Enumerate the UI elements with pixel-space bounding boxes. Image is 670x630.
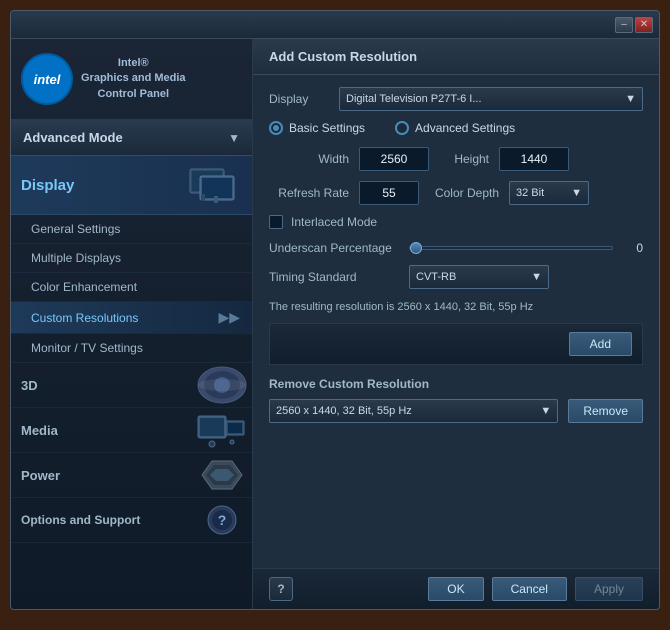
dimensions-row: Width Height (269, 147, 643, 171)
refresh-rate-input[interactable] (359, 181, 419, 205)
nav-item-custom-resolutions[interactable]: Custom Resolutions ▶▶ (11, 302, 252, 334)
display-row: Display Digital Television P27T-6 I... ▼ (269, 87, 643, 111)
remove-button[interactable]: Remove (568, 399, 643, 423)
bottom-bar: ? OK Cancel Apply (253, 568, 659, 609)
width-input[interactable] (359, 147, 429, 171)
ok-button[interactable]: OK (428, 577, 483, 601)
panel-title: Add Custom Resolution (269, 49, 417, 64)
display-select[interactable]: Digital Television P27T-6 I... ▼ (339, 87, 643, 111)
color-depth-arrow-icon: ▼ (571, 187, 582, 199)
refresh-rate-label: Refresh Rate (269, 186, 349, 200)
interlaced-mode-row: Interlaced Mode (269, 215, 643, 229)
panel-header: Add Custom Resolution (253, 39, 659, 75)
power-label: Power (11, 458, 70, 493)
underscan-thumb (410, 242, 422, 254)
settings-mode-radio-group: Basic Settings Advanced Settings (269, 121, 643, 135)
3d-label: 3D (11, 368, 48, 403)
advanced-mode-label: Advanced Mode (23, 130, 123, 145)
display-section[interactable]: Display (11, 156, 252, 215)
minimize-button[interactable]: – (615, 17, 633, 33)
nav-item-options-support[interactable]: Options and Support ? (11, 498, 252, 543)
underscan-row: Underscan Percentage 0 (269, 241, 643, 255)
basic-radio-indicator (269, 121, 283, 135)
nav-item-color-enhancement[interactable]: Color Enhancement (11, 273, 252, 302)
power-icon (192, 453, 252, 497)
underscan-slider[interactable] (409, 246, 613, 250)
advanced-mode-dropdown[interactable]: Advanced Mode ▼ (11, 120, 252, 156)
basic-settings-radio[interactable]: Basic Settings (269, 121, 365, 135)
remove-resolution-select[interactable]: 2560 x 1440, 32 Bit, 55p Hz ▼ (269, 399, 558, 423)
svg-text:?: ? (218, 512, 227, 528)
result-text: The resulting resolution is 2560 x 1440,… (269, 301, 643, 313)
close-button[interactable]: ✕ (635, 17, 653, 33)
advanced-settings-label: Advanced Settings (415, 121, 515, 135)
display-label: Display (21, 177, 74, 194)
remove-section-title: Remove Custom Resolution (269, 377, 643, 391)
intel-logo: intel (21, 53, 73, 105)
underscan-label: Underscan Percentage (269, 241, 399, 255)
nav-item-power[interactable]: Power (11, 453, 252, 498)
nav-item-multiple-displays[interactable]: Multiple Displays (11, 244, 252, 273)
panel-body: Display Digital Television P27T-6 I... ▼… (253, 75, 659, 568)
sidebar: intel Intel® Graphics and Media Control … (11, 39, 253, 609)
nav-item-general-settings[interactable]: General Settings (11, 215, 252, 244)
color-depth-label: Color Depth (429, 186, 499, 200)
sidebar-header: intel Intel® Graphics and Media Control … (11, 39, 252, 120)
display-icon (182, 164, 242, 206)
underscan-value: 0 (623, 241, 643, 255)
remove-select-arrow-icon: ▼ (540, 405, 551, 417)
add-button[interactable]: Add (569, 332, 632, 356)
media-icon (192, 408, 252, 452)
cancel-button[interactable]: Cancel (492, 577, 567, 601)
title-bar: – ✕ (11, 11, 659, 39)
height-input[interactable] (499, 147, 569, 171)
options-support-label: Options and Support (11, 503, 150, 537)
width-label: Width (269, 152, 349, 166)
display-field-label: Display (269, 92, 339, 106)
options-icon: ? (192, 498, 252, 542)
advanced-radio-indicator (395, 121, 409, 135)
media-label: Media (11, 413, 68, 448)
add-button-row: Add (269, 323, 643, 365)
height-label: Height (439, 152, 489, 166)
help-button[interactable]: ? (269, 577, 293, 601)
timing-select[interactable]: CVT-RB ▼ (409, 265, 549, 289)
interlaced-checkbox[interactable] (269, 215, 283, 229)
timing-arrow-icon: ▼ (531, 271, 542, 283)
right-panel: Add Custom Resolution Display Digital Te… (253, 39, 659, 609)
advanced-mode-arrow-icon: ▼ (228, 131, 240, 145)
remove-row: 2560 x 1440, 32 Bit, 55p Hz ▼ Remove (269, 399, 643, 423)
timing-label: Timing Standard (269, 270, 399, 284)
nav-arrow-icon: ▶▶ (218, 309, 240, 326)
apply-button[interactable]: Apply (575, 577, 643, 601)
nav-item-media[interactable]: Media (11, 408, 252, 453)
color-depth-select[interactable]: 32 Bit ▼ (509, 181, 589, 205)
advanced-settings-radio[interactable]: Advanced Settings (395, 121, 515, 135)
refresh-color-row: Refresh Rate Color Depth 32 Bit ▼ (269, 181, 643, 205)
main-content: intel Intel® Graphics and Media Control … (11, 39, 659, 609)
3d-icon (192, 363, 252, 407)
display-select-arrow-icon: ▼ (625, 93, 636, 105)
app-title: Intel® Graphics and Media Control Panel (81, 56, 186, 102)
timing-row: Timing Standard CVT-RB ▼ (269, 265, 643, 289)
basic-settings-label: Basic Settings (289, 121, 365, 135)
interlaced-label: Interlaced Mode (291, 215, 377, 229)
nav-item-3d[interactable]: 3D (11, 363, 252, 408)
nav-item-monitor-settings[interactable]: Monitor / TV Settings (11, 334, 252, 363)
